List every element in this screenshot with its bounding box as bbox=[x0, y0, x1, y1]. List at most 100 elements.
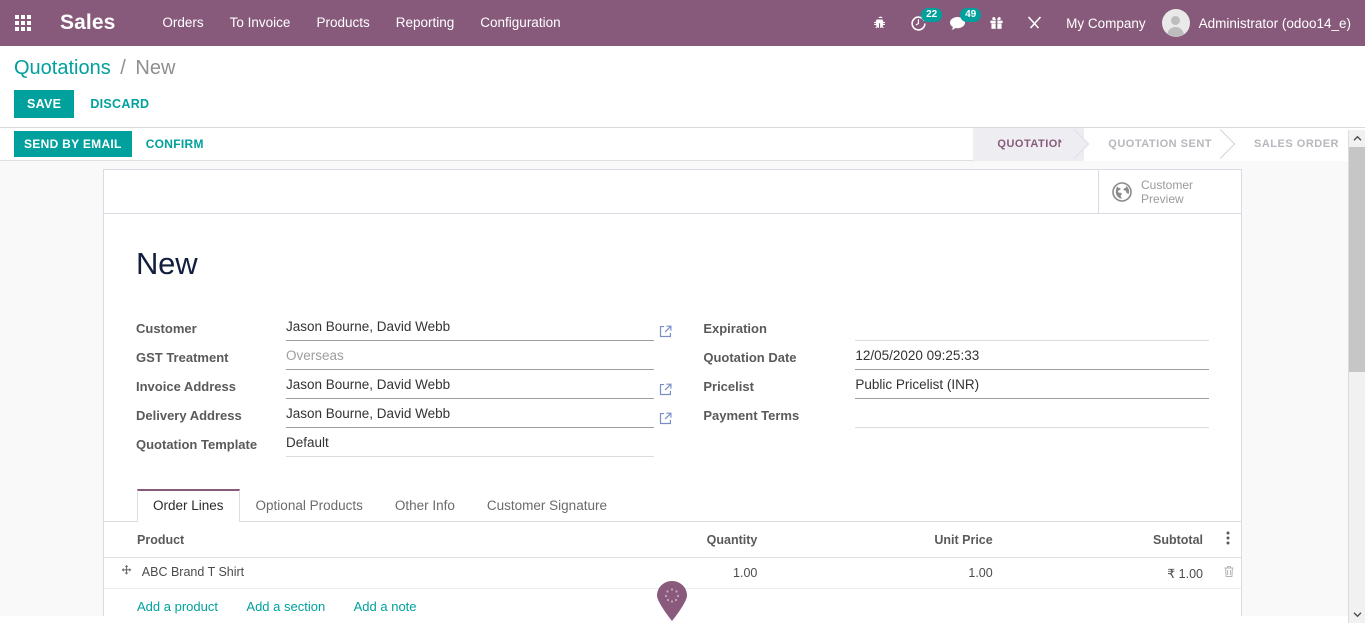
add-a-note-link[interactable]: Add a note bbox=[354, 599, 417, 614]
breadcrumb-separator: / bbox=[120, 57, 126, 79]
status-step-quotation-sent[interactable]: QUOTATION SENT bbox=[1084, 127, 1231, 161]
tools-icon bbox=[1028, 16, 1042, 29]
input-delivery-address[interactable]: Jason Bourne, David Webb bbox=[286, 405, 655, 428]
column-header-product: Product bbox=[104, 522, 556, 558]
column-options-button[interactable] bbox=[1213, 522, 1241, 558]
field-row-invoice-address: Invoice Address Jason Bourne, David Webb bbox=[136, 370, 676, 399]
scroll-thumb[interactable] bbox=[1349, 147, 1365, 372]
discard-button[interactable]: DISCARD bbox=[74, 90, 165, 118]
column-header-quantity: Quantity bbox=[555, 522, 768, 558]
developer-tools-button[interactable] bbox=[1015, 0, 1054, 46]
drag-handle-icon[interactable] bbox=[120, 565, 133, 581]
input-customer[interactable]: Jason Bourne, David Webb bbox=[286, 318, 655, 341]
form-column-left: Customer Jason Bourne, David Webb GST Tr… bbox=[136, 312, 676, 457]
external-link-icon bbox=[660, 325, 672, 338]
navbar-systray: 22 49 My Company Administrator (odoo14_e… bbox=[862, 0, 1357, 46]
company-selector[interactable]: My Company bbox=[1054, 16, 1158, 31]
apps-grid-icon bbox=[15, 15, 31, 31]
field-row-customer: Customer Jason Bourne, David Webb bbox=[136, 312, 676, 341]
bug-button[interactable] bbox=[862, 0, 899, 46]
input-quotation-template[interactable]: Default bbox=[286, 434, 655, 457]
breadcrumb-current: New bbox=[135, 57, 176, 79]
table-header-row: Product Quantity Unit Price Subtotal bbox=[104, 522, 1241, 558]
label-quotation-date: Quotation Date bbox=[703, 350, 797, 365]
bug-icon bbox=[874, 16, 886, 29]
form-columns: Customer Jason Bourne, David Webb GST Tr… bbox=[136, 312, 1209, 457]
customer-preview-button[interactable]: Customer Preview bbox=[1098, 170, 1241, 213]
cell-product[interactable]: ABC Brand T Shirt bbox=[104, 557, 556, 589]
label-pricelist: Pricelist bbox=[703, 379, 754, 394]
page-title: New bbox=[136, 246, 198, 281]
statusbar-buttons: SEND BY EMAIL CONFIRM bbox=[14, 131, 218, 157]
input-expiration[interactable] bbox=[855, 319, 1209, 341]
tab-other-info[interactable]: Other Info bbox=[379, 489, 471, 522]
menu-item-configuration[interactable]: Configuration bbox=[467, 0, 573, 46]
scroll-down-arrow[interactable] bbox=[1349, 606, 1365, 623]
tab-optional-products[interactable]: Optional Products bbox=[240, 489, 379, 522]
customer-preview-line1: Customer bbox=[1141, 177, 1194, 192]
main-menu: Orders To Invoice Products Reporting Con… bbox=[149, 0, 573, 46]
breadcrumb-quotations[interactable]: Quotations bbox=[14, 57, 111, 79]
menu-item-reporting[interactable]: Reporting bbox=[383, 0, 468, 46]
vertical-scrollbar[interactable] bbox=[1348, 130, 1365, 623]
field-row-payment-terms: Payment Terms bbox=[703, 399, 1209, 428]
open-invoice-address-button[interactable] bbox=[654, 383, 676, 399]
external-link-icon bbox=[660, 412, 672, 425]
activities-button[interactable]: 22 bbox=[899, 0, 943, 46]
save-button[interactable]: SAVE bbox=[14, 90, 75, 118]
field-row-pricelist: Pricelist Public Pricelist (INR) bbox=[703, 370, 1209, 399]
breadcrumb: Quotations / New bbox=[14, 57, 1365, 80]
form-view-content: Customer Preview New Customer Jason Bour… bbox=[0, 161, 1365, 616]
control-panel: Quotations / New SAVE DISCARD bbox=[0, 46, 1365, 128]
order-lines-table: Product Quantity Unit Price Subtotal ABC… bbox=[104, 522, 1241, 589]
form-column-right: Expiration Quotation Date 12/05/2020 09:… bbox=[703, 312, 1209, 457]
gift-button[interactable] bbox=[978, 0, 1015, 46]
status-step-sales-order[interactable]: SALES ORDER bbox=[1230, 127, 1365, 161]
open-delivery-address-button[interactable] bbox=[654, 412, 676, 428]
apps-menu-toggle[interactable] bbox=[6, 0, 40, 46]
status-steps: QUOTATION QUOTATION SENT SALES ORDER bbox=[973, 127, 1365, 161]
label-customer: Customer bbox=[136, 321, 197, 336]
add-a-section-link[interactable]: Add a section bbox=[246, 599, 325, 614]
notebook: Order Lines Optional Products Other Info… bbox=[104, 489, 1241, 616]
product-name: ABC Brand T Shirt bbox=[141, 565, 245, 579]
menu-item-products[interactable]: Products bbox=[303, 0, 382, 46]
menu-item-orders[interactable]: Orders bbox=[149, 0, 216, 46]
table-row[interactable]: ABC Brand T Shirt 1.00 1.00 ₹ 1.00 bbox=[104, 557, 1241, 589]
app-brand-sales[interactable]: Sales bbox=[60, 11, 115, 35]
send-by-email-button[interactable]: SEND BY EMAIL bbox=[14, 131, 132, 157]
cell-quantity[interactable]: 1.00 bbox=[555, 557, 768, 589]
tab-customer-signature[interactable]: Customer Signature bbox=[471, 489, 623, 522]
menu-item-to-invoice[interactable]: To Invoice bbox=[217, 0, 304, 46]
add-a-product-link[interactable]: Add a product bbox=[137, 599, 218, 614]
input-quotation-date[interactable]: 12/05/2020 09:25:33 bbox=[855, 347, 1209, 370]
confirm-button[interactable]: CONFIRM bbox=[132, 131, 218, 157]
globe-icon bbox=[1112, 181, 1132, 202]
top-navbar: Sales Orders To Invoice Products Reporti… bbox=[0, 0, 1365, 46]
column-options-icon bbox=[1226, 531, 1230, 545]
user-menu[interactable]: Administrator (odoo14_e) bbox=[1158, 9, 1357, 37]
customer-preview-line2: Preview bbox=[1141, 191, 1184, 206]
column-header-subtotal: Subtotal bbox=[1002, 522, 1213, 558]
input-invoice-address[interactable]: Jason Bourne, David Webb bbox=[286, 376, 655, 399]
input-gst-treatment[interactable]: Overseas bbox=[286, 347, 655, 370]
field-row-gst-treatment: GST Treatment Overseas bbox=[136, 341, 676, 370]
tab-order-lines[interactable]: Order Lines bbox=[137, 489, 240, 522]
status-step-quotation[interactable]: QUOTATION bbox=[973, 127, 1085, 161]
label-delivery-address: Delivery Address bbox=[136, 408, 242, 423]
cell-unit-price[interactable]: 1.00 bbox=[767, 557, 1003, 589]
input-payment-terms[interactable] bbox=[855, 406, 1209, 428]
label-gst-treatment: GST Treatment bbox=[136, 350, 229, 365]
field-row-expiration: Expiration bbox=[703, 312, 1209, 341]
messages-button[interactable]: 49 bbox=[938, 0, 982, 46]
statusbar: SEND BY EMAIL CONFIRM QUOTATION QUOTATIO… bbox=[0, 127, 1365, 161]
scroll-up-arrow[interactable] bbox=[1349, 130, 1365, 147]
table-body: ABC Brand T Shirt 1.00 1.00 ₹ 1.00 bbox=[104, 557, 1241, 589]
input-pricelist[interactable]: Public Pricelist (INR) bbox=[855, 376, 1209, 399]
delete-line-button[interactable] bbox=[1213, 557, 1241, 589]
notebook-tabs: Order Lines Optional Products Other Info… bbox=[104, 489, 1241, 522]
open-customer-record-button[interactable] bbox=[654, 325, 676, 341]
label-payment-terms: Payment Terms bbox=[703, 408, 800, 423]
form-sheet: Customer Preview New Customer Jason Bour… bbox=[103, 169, 1242, 616]
field-row-delivery-address: Delivery Address Jason Bourne, David Web… bbox=[136, 399, 676, 428]
